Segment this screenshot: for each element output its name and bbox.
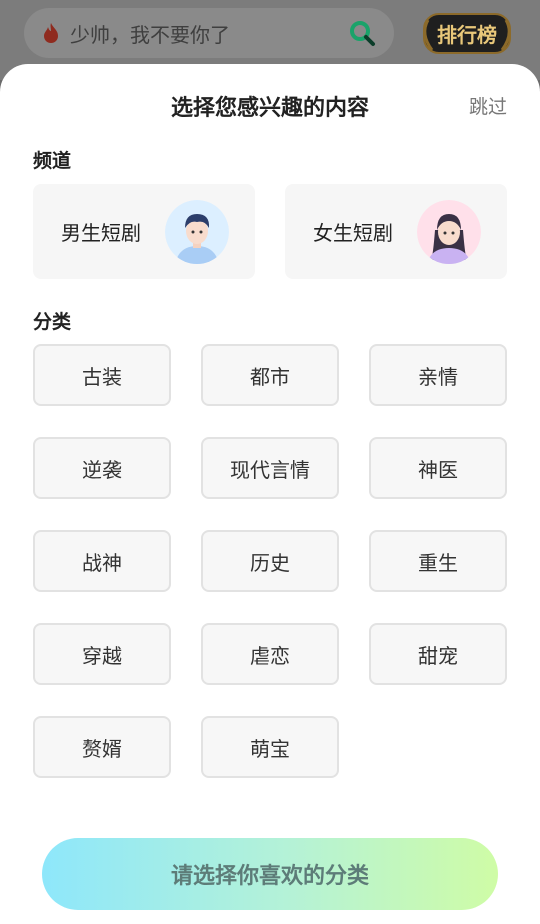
category-chip[interactable]: 逆袭: [33, 437, 171, 499]
channel-card-male[interactable]: 男生短剧: [33, 184, 255, 279]
category-chip[interactable]: 穿越: [33, 623, 171, 685]
category-chip[interactable]: 历史: [201, 530, 339, 592]
male-avatar-icon: [165, 199, 229, 264]
category-chip[interactable]: 赘婿: [33, 716, 171, 778]
category-chip[interactable]: 古装: [33, 344, 171, 406]
sheet-title: 选择您感兴趣的内容: [170, 96, 369, 121]
category-chip[interactable]: 重生: [369, 530, 507, 592]
search-placeholder: 少帅，我不要你了: [70, 22, 230, 47]
category-chip[interactable]: 甜宠: [369, 623, 507, 685]
laurel-icon: [423, 19, 511, 51]
confirm-category-button[interactable]: 请选择你喜欢的分类: [42, 838, 498, 910]
search-icon[interactable]: [348, 19, 376, 47]
category-grid: 古装 都市 亲情 逆袭 现代言情 神医 战神 历史 重生 穿越 虐恋 甜宠 赘婿…: [33, 344, 507, 778]
category-chip[interactable]: 萌宝: [201, 716, 339, 778]
interest-selection-sheet: 选择您感兴趣的内容 跳过 频道 男生短剧 女生短剧 分类 古装 都市 亲情 逆袭…: [0, 64, 540, 924]
ranking-button[interactable]: 排行榜: [418, 8, 516, 58]
channel-section-label: 频道: [33, 150, 72, 172]
female-avatar-icon: [417, 199, 481, 264]
channel-label-female: 女生短剧: [313, 221, 393, 245]
search-bar[interactable]: 少帅，我不要你了: [24, 8, 394, 58]
category-chip[interactable]: 战神: [33, 530, 171, 592]
channel-card-female[interactable]: 女生短剧: [285, 184, 507, 279]
category-chip[interactable]: 亲情: [369, 344, 507, 406]
category-chip[interactable]: 现代言情: [201, 437, 339, 499]
category-chip[interactable]: 虐恋: [201, 623, 339, 685]
skip-button[interactable]: 跳过: [469, 92, 507, 119]
category-section-label: 分类: [33, 311, 72, 333]
channel-label-male: 男生短剧: [61, 221, 141, 245]
fire-icon: [44, 23, 58, 43]
category-chip[interactable]: 都市: [201, 344, 339, 406]
category-chip[interactable]: 神医: [369, 437, 507, 499]
